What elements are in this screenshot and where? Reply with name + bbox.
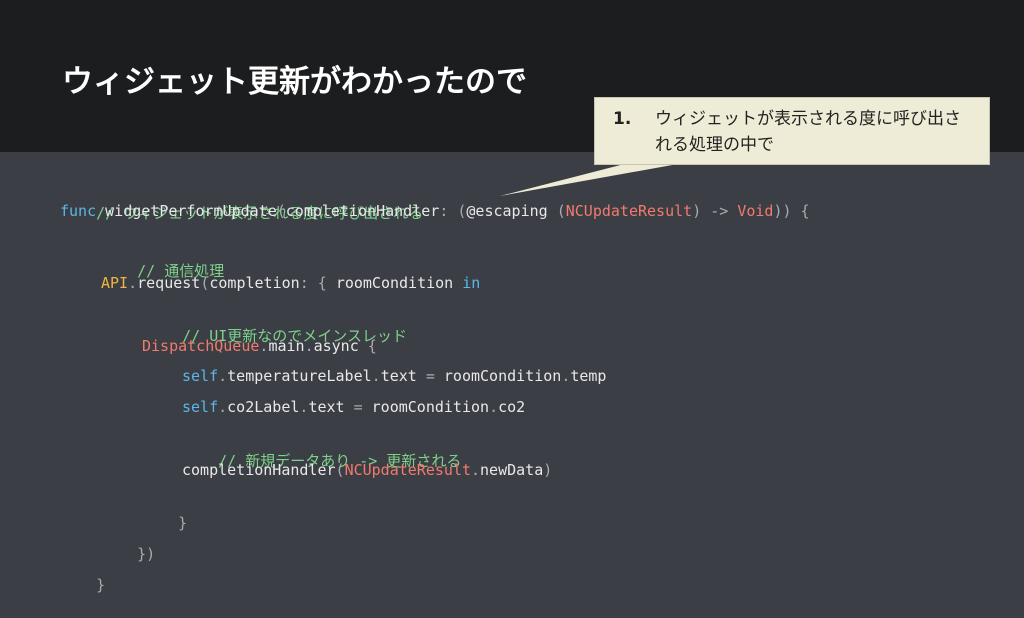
code-identifier: text — [380, 367, 417, 385]
code-punct: . — [489, 398, 499, 416]
code-line-8: self.co2Label.text = roomCondition.co2 — [182, 396, 525, 418]
code-method: async — [313, 337, 359, 355]
code-function-call: completionHandler — [182, 461, 336, 479]
code-punct: . — [128, 274, 138, 292]
code-punct: . — [471, 461, 481, 479]
code-keyword: func — [60, 202, 97, 220]
code-line-12: }) — [101, 521, 155, 563]
slide-title: ウィジェット更新がわかったので — [62, 64, 527, 100]
code-punct: : ( — [439, 202, 467, 220]
code-attribute: @escaping — [466, 202, 548, 220]
code-keyword: self — [182, 398, 219, 416]
code-punct: ) — [543, 461, 553, 479]
code-identifier: temperatureLabel — [227, 367, 372, 385]
code-param: completion — [209, 274, 300, 292]
code-line-1: // ウィジェットが表示される度に呼び出される — [60, 180, 423, 222]
code-line-9: // 新規データあり -> 更新される — [182, 428, 461, 470]
code-punct: . — [561, 367, 571, 385]
callout-pointer-shape — [500, 160, 700, 196]
code-keyword: in — [453, 274, 481, 292]
code-punct: = — [416, 367, 444, 385]
code-identifier: roomCondition — [371, 398, 490, 416]
code-identifier: co2Label — [227, 398, 300, 416]
code-param: completionHandler — [285, 202, 440, 220]
code-identifier: main — [268, 337, 305, 355]
code-line-11: } — [142, 490, 187, 532]
code-method: request — [137, 274, 201, 292]
code-identifier: newData — [480, 461, 544, 479]
code-punct: { — [358, 337, 377, 355]
code-api: API — [101, 274, 129, 292]
code-type: Void — [737, 202, 774, 220]
code-brace: } — [178, 514, 188, 532]
code-punct: )) { — [773, 202, 810, 220]
code-punct: ( — [276, 202, 286, 220]
code-punct: . — [218, 398, 228, 416]
code-punct: ( — [547, 202, 566, 220]
code-punct: = — [344, 398, 372, 416]
code-punct: ( — [335, 461, 345, 479]
code-brace: } — [96, 576, 106, 594]
callout-text: ウィジェットが表示される度に呼び出される処理の中で — [655, 109, 961, 155]
callout-box: 1. ウィジェットが表示される度に呼び出される処理の中で — [594, 97, 990, 165]
code-punct: . — [304, 337, 314, 355]
code-line-3: // 通信処理 — [101, 238, 224, 280]
code-line-7: self.temperatureLabel.text = roomConditi… — [182, 365, 606, 387]
code-identifier: roomCondition — [335, 274, 454, 292]
callout-number: 1. — [613, 109, 632, 129]
code-block: // ウィジェットが表示される度に呼び出される func widgetPerfo… — [60, 180, 810, 594]
code-punct: : { — [299, 274, 336, 292]
code-punct: . — [218, 367, 228, 385]
code-function-name: widgetPerformUpdate — [96, 202, 277, 220]
code-line-5: // UI更新なのでメインスレッド — [146, 303, 407, 345]
code-type: NCUpdateResult — [565, 202, 693, 220]
code-line-4: API.request(completion: { roomCondition … — [101, 272, 480, 294]
code-identifier: temp — [570, 367, 607, 385]
code-identifier: roomCondition — [443, 367, 562, 385]
code-keyword: self — [182, 367, 219, 385]
code-type: DispatchQueue — [142, 337, 260, 355]
code-identifier: text — [308, 398, 345, 416]
code-line-10: completionHandler(NCUpdateResult.newData… — [182, 459, 552, 481]
code-identifier: co2 — [498, 398, 526, 416]
code-type: NCUpdateResult — [344, 461, 471, 479]
code-punct: . — [371, 367, 381, 385]
code-line-6: DispatchQueue.main.async { — [142, 335, 377, 357]
code-line-13: } — [60, 552, 105, 594]
code-punct: ) -> — [692, 202, 738, 220]
code-line-2: func widgetPerformUpdate(completionHandl… — [60, 200, 810, 222]
code-brace: }) — [137, 545, 156, 563]
